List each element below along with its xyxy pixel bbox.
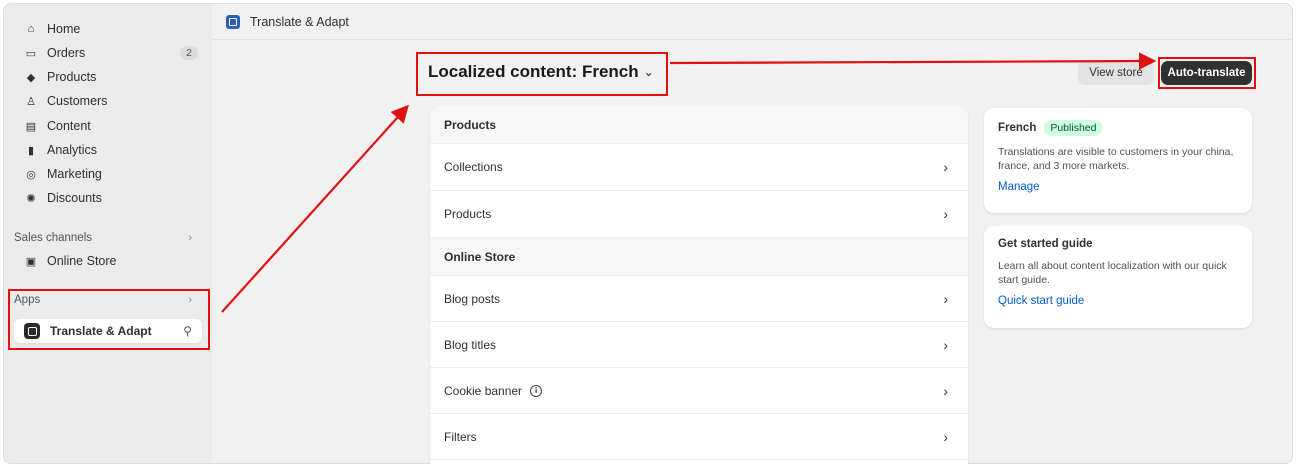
list-item-blog-titles[interactable]: Blog titles ›	[430, 322, 968, 368]
list-item-label: Cookie banner	[444, 383, 523, 398]
sidebar-item-discounts[interactable]: ✺ Discounts	[14, 187, 202, 209]
list-item-label: Blog posts	[444, 291, 501, 306]
sidebar-item-online-store[interactable]: ▣ Online Store	[14, 250, 202, 272]
target-icon: ◎	[26, 168, 36, 181]
card-title: French Published	[998, 120, 1238, 136]
quick-start-guide-link[interactable]: Quick start guide	[998, 295, 1238, 307]
chevron-right-icon: ›	[943, 428, 948, 445]
sidebar-item-label: Translate & Adapt	[50, 324, 152, 338]
chevron-right-icon: ›	[943, 336, 948, 353]
sales-channels-label: Sales channels	[14, 232, 92, 244]
sidebar-item-label: Analytics	[47, 143, 98, 157]
tag-icon: ◆	[26, 71, 36, 84]
sidebar-item-content[interactable]: ▤ Content	[14, 115, 202, 137]
chevron-down-icon: ⌄	[643, 65, 654, 79]
list-item-label-wrap: Cookie banner i	[444, 384, 943, 398]
sidebar-item-analytics[interactable]: ▮ Analytics	[14, 139, 202, 161]
card-description: Translations are visible to customers in…	[998, 146, 1234, 172]
status-badge: Published	[1044, 120, 1103, 136]
sidebar-item-label: Home	[47, 22, 81, 36]
content-icon: ▤	[25, 120, 37, 133]
language-status-card: French Published Translations are visibl…	[984, 108, 1252, 213]
list-item-collections[interactable]: Collections ›	[430, 144, 968, 191]
sidebar-item-translate-adapt[interactable]: Translate & Adapt ⚲	[14, 319, 202, 343]
list-item-cookie-banner[interactable]: Cookie banner i ›	[430, 368, 968, 414]
sidebar-item-marketing[interactable]: ◎ Marketing	[14, 163, 202, 185]
sidebar-item-label: Marketing	[47, 167, 102, 181]
auto-translate-button[interactable]: Auto-translate	[1161, 61, 1252, 85]
sidebar-item-orders[interactable]: ▭ Orders 2	[14, 42, 202, 64]
person-icon: ♙	[26, 95, 36, 108]
apps-label: Apps	[14, 294, 41, 306]
view-store-button[interactable]: View store	[1078, 61, 1154, 85]
content-list-card: Products Collections › Products › Online…	[430, 106, 968, 464]
list-item-label: Filters	[444, 429, 477, 444]
section-header-online-store: Online Store	[430, 238, 968, 276]
card-title: Get started guide	[998, 238, 1093, 250]
sidebar-item-label: Discounts	[47, 191, 102, 205]
list-item-label: Collections	[444, 160, 503, 174]
chevron-right-icon: ›	[943, 290, 948, 307]
pin-icon[interactable]: ⚲	[183, 324, 192, 338]
apps-header[interactable]: Apps ›	[14, 291, 202, 309]
card-description: Learn all about content localization wit…	[998, 260, 1227, 286]
chevron-right-icon: ›	[943, 159, 948, 175]
list-item-filters[interactable]: Filters ›	[430, 414, 968, 460]
list-item-label: Products	[444, 207, 492, 221]
language-name: French	[998, 122, 1037, 134]
sales-channels-header[interactable]: Sales channels ›	[14, 229, 202, 247]
sidebar-item-products[interactable]: ◆ Products	[14, 66, 202, 88]
discount-icon: ✺	[26, 192, 36, 205]
section-title: Products	[444, 117, 497, 132]
manage-link[interactable]: Manage	[998, 181, 1238, 193]
translate-adapt-app-icon	[226, 14, 240, 29]
section-title: Online Store	[444, 249, 516, 264]
orders-count-badge: 2	[180, 46, 198, 60]
chevron-right-icon: ›	[188, 294, 192, 306]
bar-chart-icon: ▮	[27, 144, 35, 157]
sidebar-item-label: Customers	[47, 94, 108, 108]
sidebar-item-home[interactable]: ⌂ Home	[14, 18, 202, 40]
sidebar: ⌂ Home ▭ Orders 2 ◆ Products ♙ Customers…	[4, 4, 212, 463]
store-icon: ▣	[25, 255, 37, 268]
home-icon: ⌂	[27, 23, 35, 35]
translate-adapt-app-icon	[24, 323, 40, 339]
sidebar-item-label: Orders	[47, 46, 86, 60]
language-selector[interactable]: Localized content: French ⌄	[428, 62, 654, 82]
app-title: Translate & Adapt	[250, 14, 349, 29]
chevron-right-icon: ›	[943, 382, 948, 399]
sidebar-item-customers[interactable]: ♙ Customers	[14, 90, 202, 112]
list-item-products[interactable]: Products ›	[430, 191, 968, 238]
app-header: Translate & Adapt	[212, 4, 1292, 40]
sidebar-item-label: Products	[47, 70, 97, 84]
sidebar-item-label: Content	[47, 119, 91, 133]
orders-icon: ▭	[25, 47, 37, 60]
section-header-products: Products	[430, 106, 968, 144]
chevron-right-icon: ›	[188, 232, 192, 244]
sidebar-item-label: Online Store	[47, 254, 117, 268]
chevron-right-icon: ›	[943, 206, 948, 222]
get-started-card: Get started guide Learn all about conten…	[984, 226, 1252, 328]
list-item-blog-posts[interactable]: Blog posts ›	[430, 276, 968, 322]
page-title: Localized content: French	[428, 62, 639, 81]
list-item-label: Blog titles	[444, 337, 497, 352]
info-icon[interactable]: i	[530, 384, 543, 397]
